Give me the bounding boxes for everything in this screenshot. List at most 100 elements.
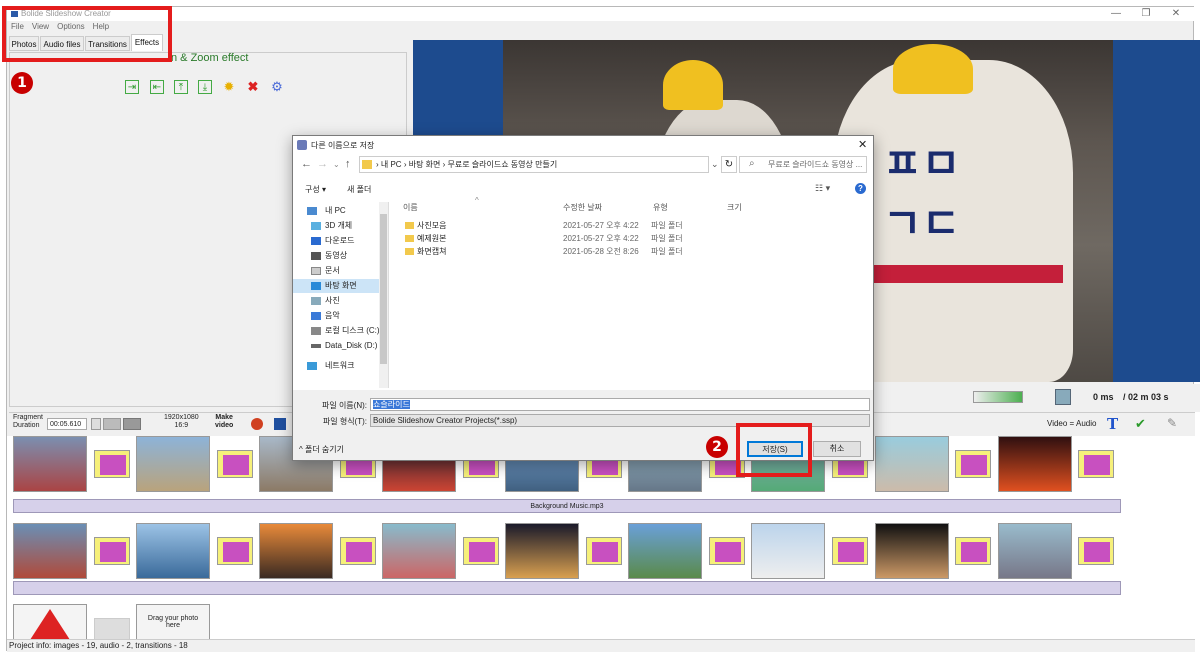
hide-folders-toggle[interactable]: ^ 폴더 숨기기 bbox=[299, 444, 344, 455]
column-type[interactable]: 유형 bbox=[653, 202, 668, 213]
transition-thumb[interactable] bbox=[586, 537, 622, 565]
video-audio-label[interactable]: Video = Audio bbox=[1047, 419, 1096, 428]
column-name[interactable]: 이름 bbox=[403, 202, 418, 213]
filename-input[interactable]: 쇼슬라이드 bbox=[370, 398, 870, 411]
back-icon[interactable]: ← bbox=[301, 158, 312, 170]
fg-color-button[interactable] bbox=[123, 418, 141, 430]
photo-thumb[interactable] bbox=[136, 436, 210, 492]
nav-data-disk-d[interactable]: Data_Disk (D:) bbox=[293, 339, 381, 353]
delete-icon[interactable]: ✖ bbox=[246, 80, 260, 94]
photo-thumb[interactable] bbox=[382, 523, 456, 579]
transition-thumb[interactable] bbox=[1078, 537, 1114, 565]
transition-thumb[interactable] bbox=[832, 537, 868, 565]
drag-photo-slot[interactable]: Drag your photo here bbox=[136, 604, 210, 644]
transition-thumb[interactable] bbox=[1078, 450, 1114, 478]
photo-thumb[interactable] bbox=[875, 436, 949, 492]
move-right-icon[interactable]: ⇥ bbox=[125, 80, 139, 94]
nav-downloads[interactable]: 다운로드 bbox=[293, 234, 381, 248]
sun-icon[interactable]: ✹ bbox=[222, 80, 236, 94]
save-as-dialog: 다른 이름으로 저장 ✕ ← → ⌄ ↑ › 내 PC › 바탕 화면 › 무료… bbox=[292, 135, 874, 461]
nav-3d-objects[interactable]: 3D 개체 bbox=[293, 219, 381, 233]
transition-thumb[interactable] bbox=[463, 537, 499, 565]
refresh-icon[interactable]: ↻ bbox=[721, 156, 737, 173]
tools-icon[interactable]: ✎ bbox=[1167, 416, 1177, 430]
fullscreen-icon[interactable] bbox=[1055, 389, 1071, 405]
fragment-duration-input[interactable]: 00:05.610 bbox=[47, 418, 87, 430]
transition-thumb[interactable] bbox=[94, 450, 130, 478]
nav-local-disk-c[interactable]: 로컬 디스크 (C:) bbox=[293, 324, 381, 338]
transition-thumb[interactable] bbox=[217, 450, 253, 478]
organize-button[interactable]: 구성 ▾ bbox=[305, 184, 326, 195]
photo-thumb[interactable] bbox=[998, 436, 1072, 492]
transition-thumb[interactable] bbox=[94, 537, 130, 565]
photo-thumb[interactable] bbox=[13, 523, 87, 579]
bg-color-button[interactable] bbox=[103, 418, 121, 430]
move-up-icon[interactable]: ⤒ bbox=[174, 80, 188, 94]
file-row[interactable]: 예제원본 2021-05-27 오후 4:22 파일 폴더 bbox=[405, 232, 705, 245]
playback-time: 0 ms bbox=[1093, 392, 1114, 402]
resolution-label[interactable]: 1920x1080 16:9 bbox=[164, 414, 199, 430]
audio-track[interactable]: Background Music.mp3 bbox=[13, 499, 1121, 513]
photo-thumb[interactable] bbox=[259, 523, 333, 579]
breadcrumb-my-pc[interactable]: 내 PC bbox=[381, 160, 402, 169]
help-icon[interactable]: ? bbox=[855, 183, 866, 194]
record-icon[interactable] bbox=[251, 418, 263, 430]
nav-scrollbar[interactable] bbox=[379, 202, 388, 388]
photo-thumb[interactable] bbox=[13, 604, 87, 644]
breadcrumb-desktop[interactable]: 바탕 화면 bbox=[409, 160, 441, 169]
transition-thumb[interactable] bbox=[709, 537, 745, 565]
photo-thumb[interactable] bbox=[13, 436, 87, 492]
photo-thumb[interactable] bbox=[628, 523, 702, 579]
step-badge-2: 2 bbox=[706, 436, 728, 458]
status-bar: Project info: images - 19, audio - 2, tr… bbox=[7, 639, 1195, 652]
minimize-icon[interactable]: — bbox=[1103, 7, 1129, 21]
nav-pictures[interactable]: 사진 bbox=[293, 294, 381, 308]
nav-network[interactable]: 네트워크 bbox=[293, 359, 381, 373]
folder-icon bbox=[405, 222, 414, 229]
nav-documents[interactable]: 문서 bbox=[293, 264, 381, 278]
file-row[interactable]: 화면캡쳐 2021-05-28 오전 8:26 파일 폴더 bbox=[405, 245, 705, 258]
dialog-close-icon[interactable]: ✕ bbox=[858, 138, 867, 151]
file-row[interactable]: 사진모음 2021-05-27 오후 4:22 파일 폴더 bbox=[405, 219, 705, 232]
breadcrumb-folder[interactable]: 무료로 슬라이드쇼 동영상 만들기 bbox=[447, 160, 557, 169]
address-bar[interactable]: › 내 PC › 바탕 화면 › 무료로 슬라이드쇼 동영상 만들기 bbox=[359, 156, 709, 173]
up-icon[interactable]: ↑ bbox=[345, 158, 351, 170]
audio-track-2[interactable] bbox=[13, 581, 1121, 595]
volume-slider[interactable] bbox=[973, 391, 1023, 403]
forward-icon[interactable]: → bbox=[317, 158, 328, 170]
photo-thumb[interactable] bbox=[136, 523, 210, 579]
recent-chevron-icon[interactable]: ⌄ bbox=[333, 160, 340, 169]
nav-music[interactable]: 음악 bbox=[293, 309, 381, 323]
new-folder-button[interactable]: 새 폴더 bbox=[347, 184, 371, 195]
transition-thumb[interactable] bbox=[340, 537, 376, 565]
cancel-button[interactable]: 취소 bbox=[813, 441, 861, 457]
folder-icon bbox=[405, 235, 414, 242]
transition-thumb[interactable] bbox=[955, 537, 991, 565]
transition-thumb[interactable] bbox=[955, 450, 991, 478]
photo-thumb[interactable] bbox=[875, 523, 949, 579]
close-icon[interactable]: ✕ bbox=[1163, 7, 1189, 21]
nav-videos[interactable]: 동영상 bbox=[293, 249, 381, 263]
photo-thumb[interactable] bbox=[505, 523, 579, 579]
transition-thumb[interactable] bbox=[217, 537, 253, 565]
search-input[interactable]: 무료로 슬라이드쇼 동영상 ... bbox=[739, 156, 867, 173]
text-icon[interactable]: T bbox=[1107, 415, 1118, 433]
column-size[interactable]: 크기 bbox=[727, 202, 742, 213]
folder-icon bbox=[362, 160, 372, 169]
move-left-icon[interactable]: ⇤ bbox=[150, 80, 164, 94]
photo-thumb[interactable] bbox=[751, 523, 825, 579]
photo-thumb[interactable] bbox=[998, 523, 1072, 579]
save-icon[interactable] bbox=[274, 418, 286, 430]
nav-my-pc[interactable]: 내 PC bbox=[293, 204, 381, 218]
nav-desktop[interactable]: 바탕 화면 bbox=[293, 279, 381, 293]
make-video-label[interactable]: Make video bbox=[215, 414, 233, 430]
view-options-icon[interactable]: ☷ ▾ bbox=[815, 183, 830, 194]
move-down-icon[interactable]: ⤓ bbox=[198, 80, 212, 94]
check-icon[interactable]: ✔ bbox=[1135, 416, 1146, 432]
settings-icon[interactable]: ⚙ bbox=[270, 80, 284, 94]
address-dropdown-icon[interactable]: ⌄ bbox=[711, 159, 719, 170]
restore-icon[interactable]: ❐ bbox=[1133, 7, 1159, 21]
column-date[interactable]: 수정한 날짜 bbox=[563, 202, 602, 213]
folder-icon bbox=[405, 248, 414, 255]
duration-spinner[interactable] bbox=[91, 418, 101, 430]
